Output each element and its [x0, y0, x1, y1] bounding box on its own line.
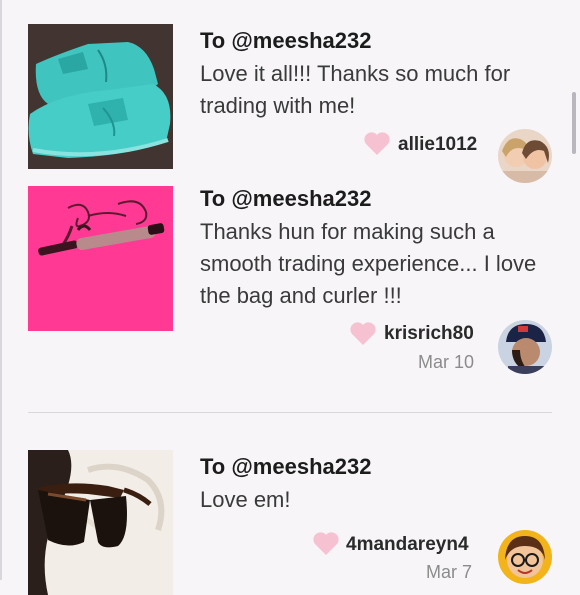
reviewer-username[interactable]: 4mandareyn4 [346, 534, 469, 556]
curling-iron-image [28, 186, 173, 331]
review-message: Love it all!!! Thanks so much for tradin… [200, 61, 511, 118]
reviewer-avatar[interactable] [498, 530, 552, 584]
review-footer: krisrich80 Mar 10 [28, 316, 556, 374]
review-recipient: To @meesha232 [200, 454, 372, 479]
review-card: To @meesha232 Thanks hun for making such… [28, 182, 556, 392]
heart-icon[interactable] [349, 322, 377, 346]
scrollbar[interactable] [572, 92, 576, 154]
listing-photo-curler[interactable] [28, 186, 173, 331]
reviewer-username[interactable]: krisrich80 [384, 323, 474, 345]
reviewer-avatar[interactable] [498, 129, 552, 183]
left-edge-line [0, 0, 2, 580]
review-footer: allie1012 [28, 122, 556, 183]
review-message: Love em! [200, 487, 291, 512]
review-text: To @meesha232 Love em! [200, 454, 556, 516]
review-recipient: To @meesha232 [200, 28, 372, 53]
reviewer-avatar[interactable] [498, 320, 552, 374]
review-date: Mar 10 [418, 352, 475, 372]
cartoon-face-avatar-image [498, 530, 552, 584]
heart-icon[interactable] [363, 132, 391, 156]
review-footer: 4mandareyn4 Mar 7 [28, 528, 556, 584]
review-card: To @meesha232 Love em! 4mandareyn4 Mar 7 [28, 450, 556, 595]
review-recipient: To @meesha232 [200, 186, 372, 211]
heart-icon[interactable] [312, 532, 340, 556]
person-with-cap-avatar-image [498, 320, 552, 374]
review-message: Thanks hun for making such a smooth trad… [200, 219, 537, 308]
review-card: To @meesha232 Love it all!!! Thanks so m… [28, 22, 556, 183]
review-text: To @meesha232 Love it all!!! Thanks so m… [200, 28, 556, 122]
two-people-avatar-image [498, 129, 552, 183]
section-divider [28, 412, 552, 413]
review-text: To @meesha232 Thanks hun for making such… [200, 186, 556, 312]
reviewer-username[interactable]: allie1012 [398, 134, 477, 156]
